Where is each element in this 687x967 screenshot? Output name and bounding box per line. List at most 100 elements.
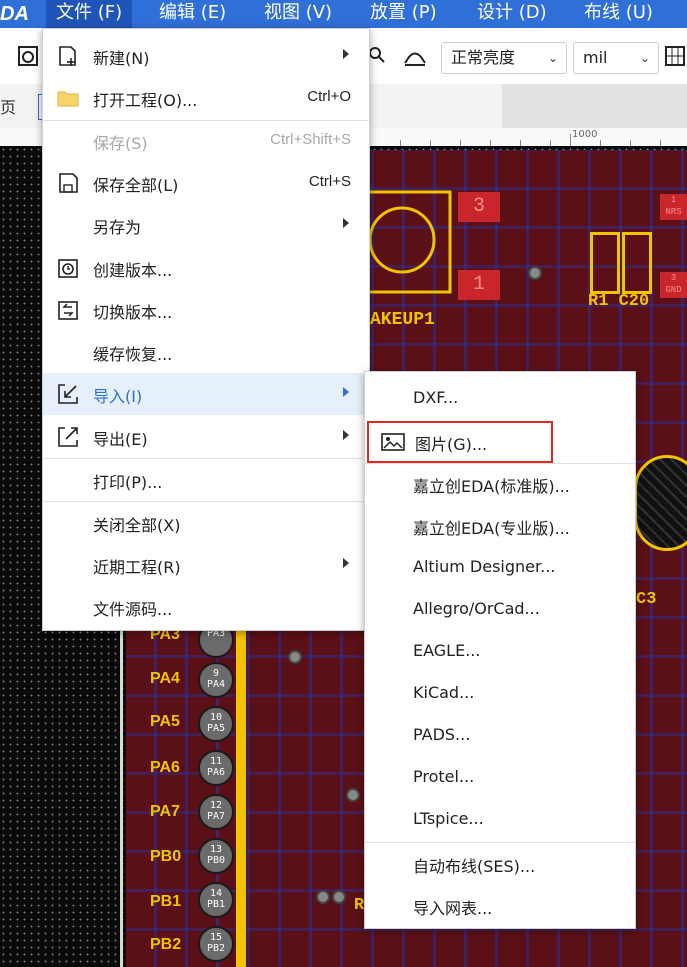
submenu-item-label: Allegro/OrCad... — [413, 599, 540, 618]
import-submenu: DXF... 图片(G)... 嘉立创EDA(标准版)... 嘉立创EDA(专业… — [364, 371, 636, 929]
pad-nrs: 1 NRS — [660, 194, 687, 220]
submenu-item-label: 嘉立创EDA(专业版)... — [413, 519, 570, 538]
submenu-arrow-icon — [343, 430, 349, 440]
pin-label: PB1 — [150, 893, 182, 910]
import-kicad[interactable]: KiCad... — [365, 673, 635, 715]
pin-number: 12 — [209, 800, 223, 811]
unit-value: mil — [583, 48, 608, 67]
wakeup-button-footprint — [366, 190, 452, 294]
menu-file[interactable]: 文件 (F) — [46, 0, 133, 28]
via — [316, 890, 330, 904]
menu-item-label: 保存(S) — [93, 134, 148, 153]
save-icon — [57, 172, 79, 194]
menu-item-label: 新建(N) — [93, 49, 150, 68]
r1-c20-label: R1 C20 — [588, 292, 650, 311]
app-logo: DA — [0, 3, 29, 25]
tab-fragment[interactable]: 页 — [0, 94, 16, 118]
pin-pad: 15 PB2 — [198, 926, 234, 962]
menu-view[interactable]: 视图 (V) — [264, 0, 332, 28]
menu-item-recent-projects[interactable]: 近期工程(R) — [43, 544, 369, 586]
import-netlist[interactable]: 导入网表... — [365, 885, 635, 927]
pin-number: 15 — [209, 932, 223, 943]
menu-item-switch-version[interactable]: 切换版本... — [43, 289, 369, 331]
pad-1: 1 — [458, 270, 500, 300]
grid-icon[interactable] — [664, 44, 687, 70]
menu-item-file-source[interactable]: 文件源码... — [43, 586, 369, 628]
menu-item-label: 导出(E) — [93, 430, 148, 449]
pin-label: PB0 — [150, 848, 182, 865]
pin-number: 11 — [209, 756, 223, 767]
menu-item-new[interactable]: 新建(N) — [43, 35, 369, 77]
import-eagle[interactable]: EAGLE... — [365, 631, 635, 673]
switch-version-icon — [57, 299, 79, 321]
via — [288, 650, 302, 664]
r-label: R — [354, 896, 365, 915]
pin-pad: 11 PA6 — [198, 750, 234, 786]
submenu-item-label: KiCad... — [413, 683, 475, 702]
menu-bar: DA 文件 (F) 编辑 (E) 视图 (V) 放置 (P) 设计 (D) 布线… — [0, 0, 687, 28]
brightness-select[interactable]: 正常亮度 ⌄ — [441, 42, 567, 74]
pin-pad: 10 PA5 — [198, 706, 234, 742]
menu-item-label: 打开工程(O)... — [93, 91, 198, 110]
c20-footprint — [622, 232, 652, 294]
menu-item-cache-restore[interactable]: 缓存恢复... — [43, 331, 369, 373]
menu-item-label: 保存全部(L) — [93, 176, 179, 195]
pin-label: PA6 — [150, 759, 180, 776]
menu-place[interactable]: 放置 (P) — [370, 0, 437, 28]
import-jlceda-std[interactable]: 嘉立创EDA(标准版)... — [365, 463, 635, 505]
menu-item-shortcut: Ctrl+Shift+S — [270, 131, 351, 148]
import-protel[interactable]: Protel... — [365, 757, 635, 799]
pad-3: 3 — [458, 192, 500, 222]
menu-item-import[interactable]: 导入(I) — [43, 373, 369, 415]
tab-bar-empty — [502, 84, 687, 128]
submenu-item-label: LTspice... — [413, 809, 484, 828]
pin-number: 9 — [212, 668, 220, 679]
menu-item-label: 近期工程(R) — [93, 558, 181, 577]
pin-net: PB1 — [206, 899, 226, 910]
menu-item-label: 导入(I) — [93, 387, 143, 406]
menu-item-print[interactable]: 打印(P)... — [43, 459, 369, 501]
chevron-down-icon: ⌄ — [639, 51, 650, 65]
submenu-item-label: Altium Designer... — [413, 557, 556, 576]
version-icon[interactable] — [16, 44, 42, 70]
submenu-arrow-icon — [343, 49, 349, 59]
pin-pad: 12 PA7 — [198, 794, 234, 830]
pin-number: 10 — [209, 712, 223, 723]
unit-select[interactable]: mil ⌄ — [573, 42, 659, 74]
submenu-item-label: 图片(G)... — [415, 435, 488, 454]
submenu-item-label: 嘉立创EDA(标准版)... — [413, 477, 570, 496]
pin-pad: 9 PA4 — [198, 662, 234, 698]
menu-item-save-all[interactable]: 保存全部(L) Ctrl+S — [43, 162, 369, 204]
import-dxf[interactable]: DXF... — [365, 378, 635, 420]
menu-design[interactable]: 设计 (D) — [477, 0, 547, 28]
menu-item-close-all[interactable]: 关闭全部(X) — [43, 502, 369, 544]
import-image[interactable]: 图片(G)... — [367, 421, 553, 463]
import-altium[interactable]: Altium Designer... — [365, 547, 635, 589]
menu-route[interactable]: 布线 (U) — [584, 0, 653, 28]
pin-net: PB2 — [206, 943, 226, 954]
via — [346, 788, 360, 802]
export-icon — [57, 426, 79, 448]
pin-number: 13 — [209, 844, 223, 855]
menu-item-save-as[interactable]: 另存为 — [43, 204, 369, 246]
submenu-item-label: Protel... — [413, 767, 475, 786]
submenu-arrow-icon — [343, 218, 349, 228]
pin-label: PA4 — [150, 670, 180, 687]
arc-route-icon[interactable] — [402, 44, 428, 70]
import-pads[interactable]: PADS... — [365, 715, 635, 757]
menu-item-label: 创建版本... — [93, 261, 173, 280]
pin-net: PA6 — [206, 767, 226, 778]
menu-edit[interactable]: 编辑 (E) — [159, 0, 226, 28]
menu-item-open-project[interactable]: 打开工程(O)... Ctrl+O — [43, 77, 369, 119]
ruler-label: 1000 — [572, 129, 598, 140]
submenu-item-label: PADS... — [413, 725, 471, 744]
import-jlceda-pro[interactable]: 嘉立创EDA(专业版)... — [365, 505, 635, 547]
menu-item-label: 打印(P)... — [93, 473, 163, 492]
menu-item-export[interactable]: 导出(E) — [43, 416, 369, 458]
menu-item-create-version[interactable]: 创建版本... — [43, 247, 369, 289]
submenu-item-label: EAGLE... — [413, 641, 481, 660]
pin-pad: 14 PB1 — [198, 882, 234, 918]
import-allegro[interactable]: Allegro/OrCad... — [365, 589, 635, 631]
import-autoroute-ses[interactable]: 自动布线(SES)... — [365, 843, 635, 885]
import-ltspice[interactable]: LTspice... — [365, 799, 635, 841]
